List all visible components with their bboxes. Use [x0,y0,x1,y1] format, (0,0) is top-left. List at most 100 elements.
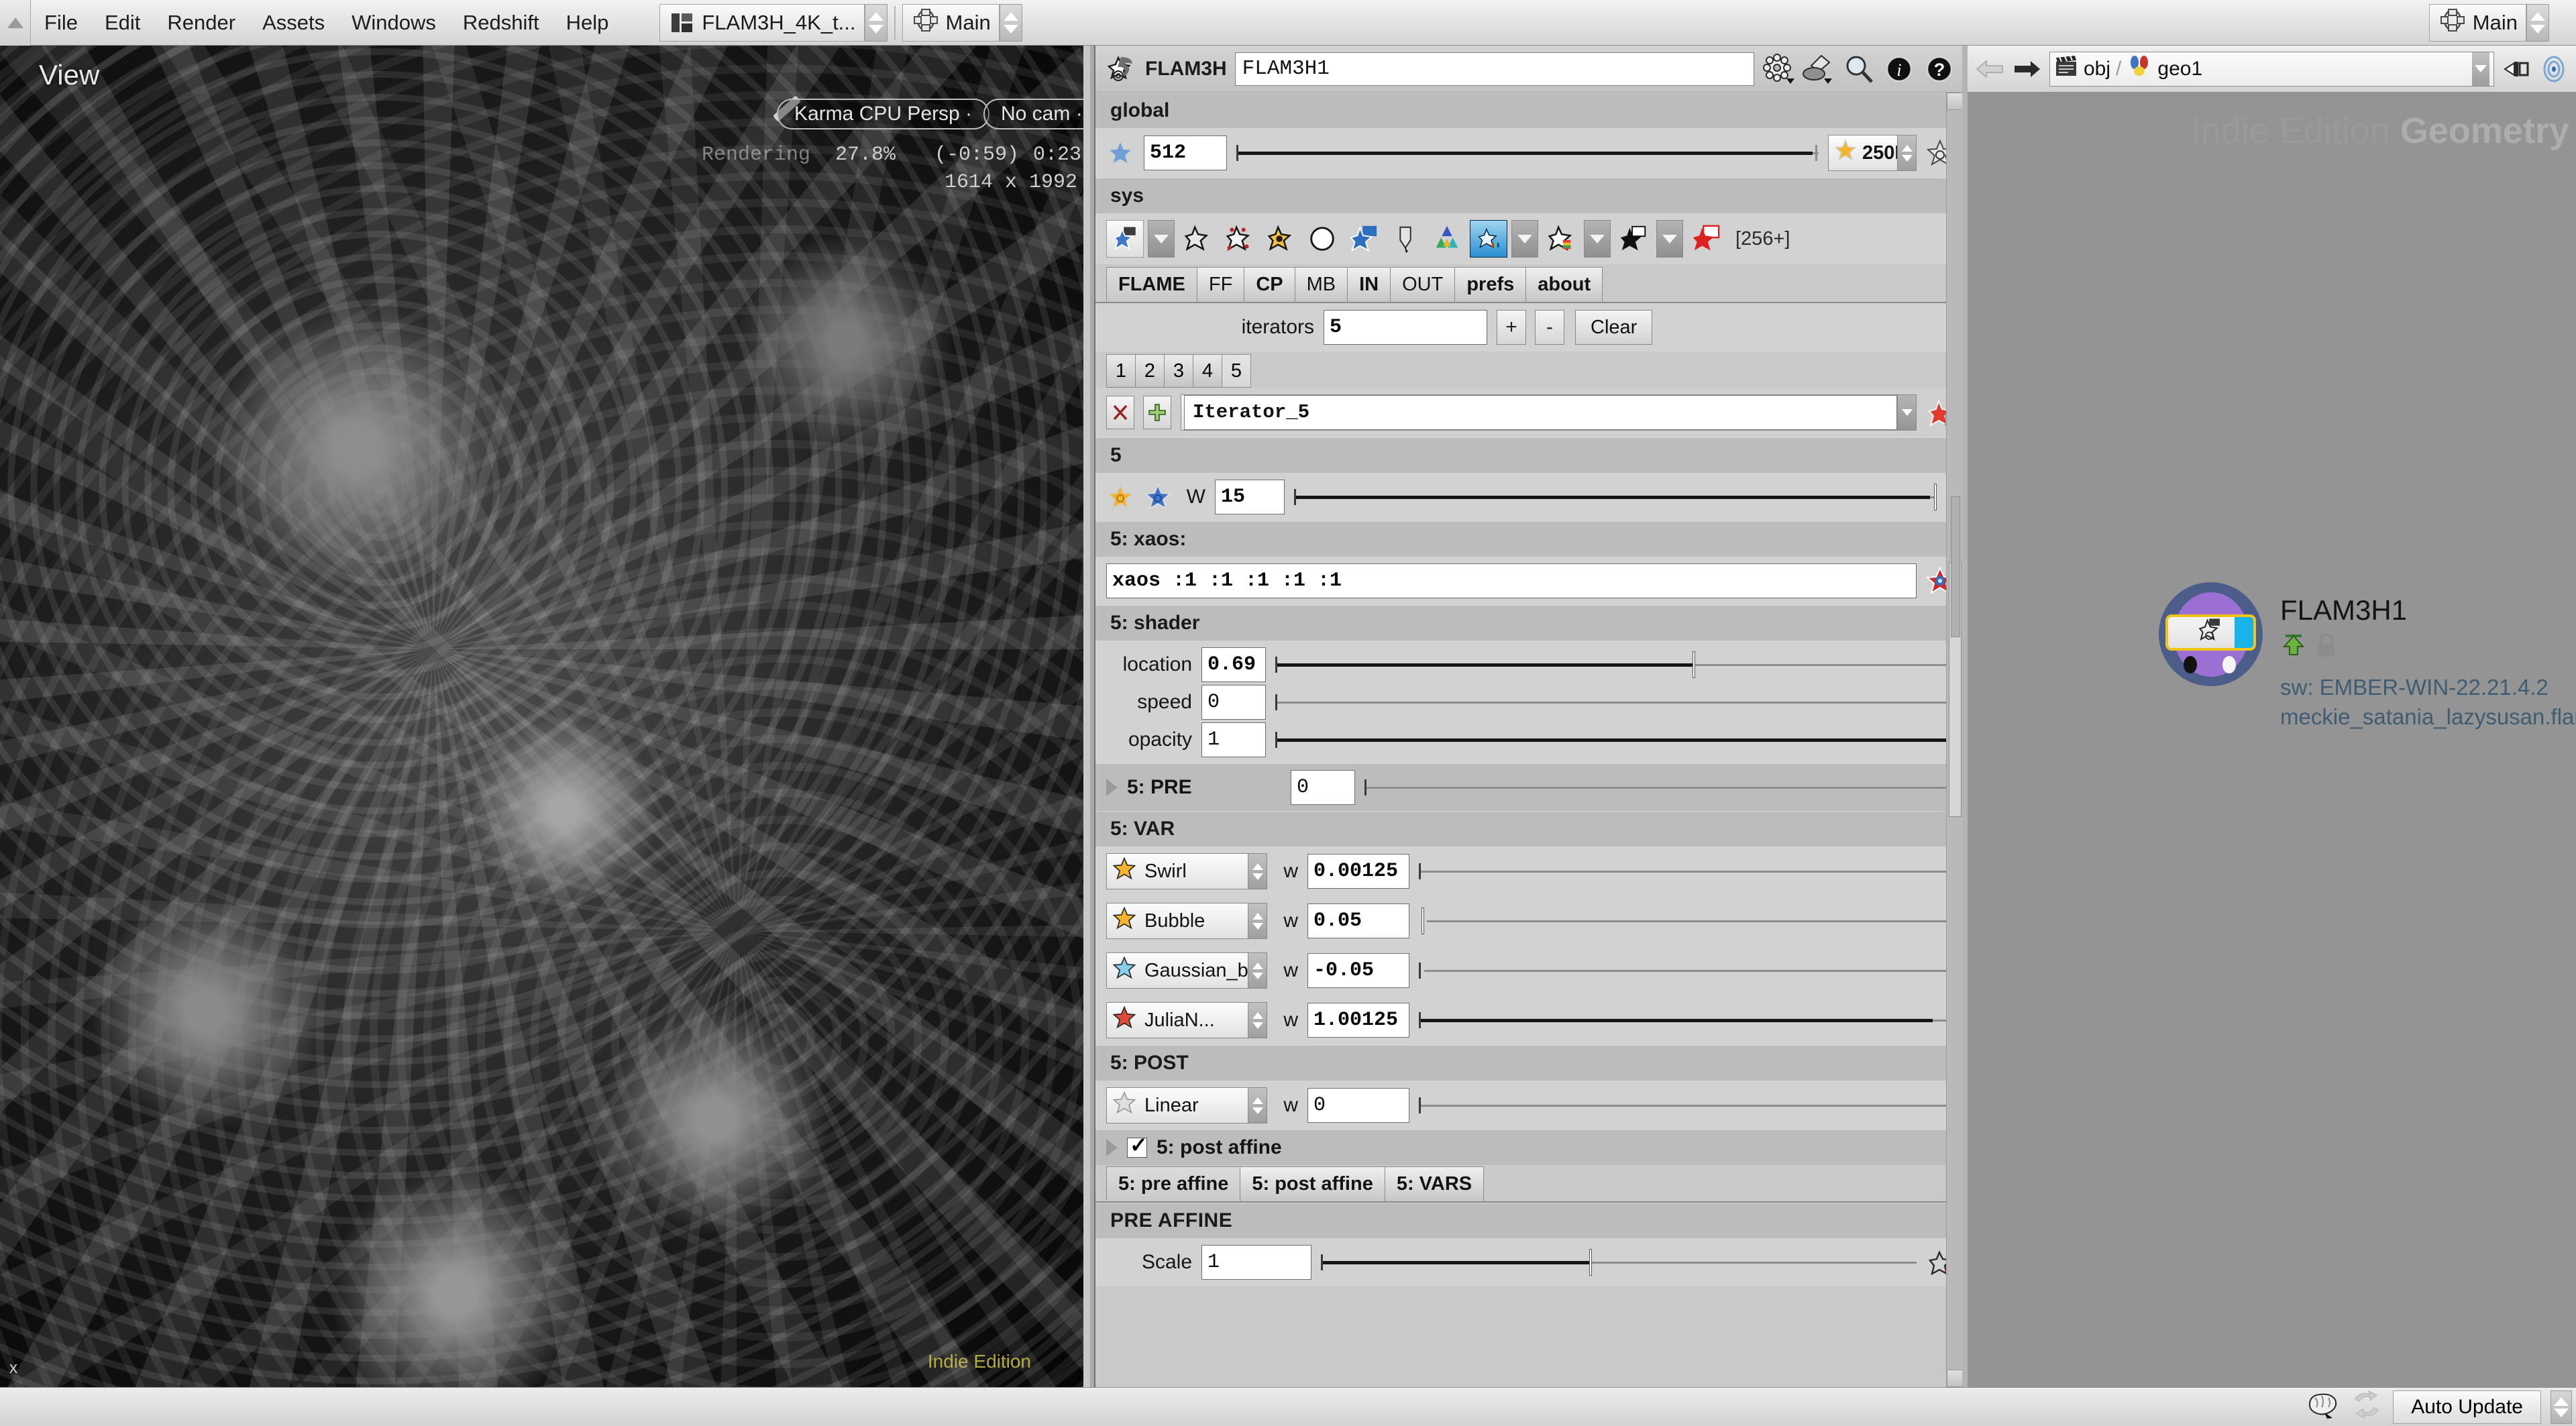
search-icon[interactable] [1843,53,1875,85]
post-type-combo[interactable]: Linear [1106,1087,1267,1123]
scroll-down-arrow[interactable] [1947,1370,1964,1387]
iterator-name-value[interactable]: Iterator_5 [1184,395,1897,430]
pre-section-row[interactable]: 5: PRE 0 [1095,764,1965,811]
var-type-combo-4[interactable]: JuliaN... [1106,1002,1267,1038]
menu-item-render[interactable]: Render [154,0,249,46]
remove-iterator-button[interactable]: - [1535,310,1564,345]
var-arrows-1[interactable] [1248,853,1267,889]
sys-dropdown-2[interactable] [1511,220,1538,258]
layout-tab-spinner[interactable] [1000,4,1022,42]
var-weight-field-2[interactable]: 0.05 [1307,903,1409,938]
star-random-icon[interactable] [1179,220,1216,258]
auto-update-spinner[interactable] [2551,1390,2572,1424]
tab-out[interactable]: OUT [1390,267,1455,302]
pre-value-field[interactable]: 0 [1291,770,1355,805]
flag-icon[interactable] [2501,52,2532,86]
node-output-dot[interactable] [2222,656,2236,673]
refresh-icon[interactable] [2350,1390,2383,1425]
sys-dropdown-4[interactable] [1656,220,1683,258]
iterator-weight-field[interactable]: 15 [1215,480,1285,514]
star-red-icon[interactable] [1687,220,1725,258]
var-weight-slider-3[interactable] [1419,953,1949,988]
var-type-combo-2[interactable]: Bubble [1106,903,1267,939]
menu-grip-handle[interactable] [0,0,31,46]
add-iterator-button[interactable]: + [1497,310,1526,345]
download-icon[interactable] [2280,632,2307,664]
var-arrows-3[interactable] [1248,952,1267,989]
post-affine-toggle-row[interactable]: 5: post affine [1095,1130,1965,1165]
post-weight-field[interactable]: 0 [1307,1088,1409,1123]
info-icon[interactable]: i [1883,53,1915,85]
menu-item-edit[interactable]: Edit [91,0,154,46]
tab-prefs[interactable]: prefs [1454,267,1526,302]
auto-update-button[interactable]: Auto Update [2393,1390,2541,1424]
delete-iterator-icon[interactable] [1106,396,1134,429]
shader-speed-field[interactable]: 0 [1201,685,1266,720]
tab-flame[interactable]: FLAME [1106,267,1197,302]
pre-slider[interactable] [1364,770,1949,805]
var-weight-slider-2[interactable] [1419,903,1949,938]
global-iterations-field[interactable]: 512 [1144,135,1227,170]
flam3h-blue-icon[interactable] [1345,220,1383,258]
clear-iterators-button[interactable]: Clear [1575,310,1652,345]
shader-location-field[interactable]: 0.69 [1201,647,1266,682]
menu-item-help[interactable]: Help [553,0,623,46]
tab-pre-affine[interactable]: 5: pre affine [1106,1166,1240,1201]
star-blue-icon[interactable] [1106,139,1134,167]
menu-item-file[interactable]: File [31,0,91,46]
tab-ff[interactable]: FF [1197,267,1244,302]
iterator-tab-3[interactable]: 3 [1164,354,1193,388]
var-weight-field-1[interactable]: 0.00125 [1307,854,1409,889]
sierpinsky-icon[interactable] [1303,220,1341,258]
menu-item-windows[interactable]: Windows [338,0,449,46]
var-weight-slider-4[interactable] [1419,1003,1949,1038]
pane-divider-right[interactable] [1962,46,1968,1387]
palette-star-icon[interactable] [1470,220,1507,258]
forward-arrow-icon[interactable] [2012,52,2043,86]
tab-mb[interactable]: MB [1295,267,1348,302]
breadcrumb-obj[interactable]: obj [2054,54,2110,84]
layout-tab-button[interactable]: Main [902,4,1000,42]
node-input-dot[interactable] [2184,656,2197,673]
fractal-tree-icon[interactable] [1428,220,1466,258]
iterator-tab-2[interactable]: 2 [1135,354,1165,388]
lock-icon[interactable] [2315,632,2338,664]
target-icon[interactable] [2538,52,2569,86]
iterator-name-combo[interactable]: Iterator_5 [1181,394,1917,431]
network-editor-pane[interactable]: obj / geo1 I [1968,46,2576,1387]
iterator-name-dropdown[interactable] [1897,394,1916,431]
pre-affine-scale-field[interactable]: 1 [1201,1245,1311,1280]
star-random-red-icon[interactable] [1220,220,1258,258]
iterator-tab-5[interactable]: 5 [1222,354,1251,388]
var-type-combo-1[interactable]: Swirl [1106,853,1267,889]
var-weight-field-4[interactable]: 1.00125 [1307,1003,1409,1038]
star-rainbow-icon[interactable] [1542,220,1580,258]
var-weight-slider-1[interactable] [1419,854,1949,889]
shader-location-slider[interactable] [1275,647,1949,682]
xaos-field[interactable]: xaos :1 :1 :1 :1 :1 [1106,563,1917,598]
var-type-combo-3[interactable]: Gaussian_blur... [1106,952,1267,989]
global-iterations-slider[interactable] [1236,135,1819,170]
tag-icon[interactable] [1387,220,1424,258]
tab-in[interactable]: IN [1347,267,1391,302]
flam3h-node[interactable]: FLAM3H1 sw: EMBER-WIN-22.21.4.2 meckie_s… [2159,582,2576,730]
var-weight-field-3[interactable]: -0.05 [1307,953,1409,988]
pane-scrollbar[interactable] [1946,93,1964,1387]
desktop-tab-spinner[interactable] [865,4,888,42]
iterators-count-field[interactable]: 5 [1324,310,1487,345]
global-quality-arrows[interactable] [1897,135,1916,171]
iterator-tab-4[interactable]: 4 [1193,354,1222,388]
secondary-scrollbar[interactable] [1951,496,1960,637]
breadcrumb-geo1[interactable]: geo1 [2127,54,2202,85]
menu-item-assets[interactable]: Assets [249,0,338,46]
shader-speed-slider[interactable] [1275,685,1949,720]
breadcrumb-dropdown[interactable] [2472,52,2489,86]
tab-cp[interactable]: CP [1244,267,1295,302]
star-blue-spiral-icon[interactable] [1144,483,1172,511]
post-affine-checkbox[interactable] [1127,1138,1147,1158]
flam3h-node-name-field[interactable]: FLAM3H1 [1235,52,1754,86]
scroll-up-arrow[interactable] [1947,93,1964,110]
scene-viewport[interactable]: View Karma CPU Persp · No cam · Renderin… [0,46,1083,1387]
shader-opacity-slider[interactable] [1275,722,1949,757]
tab-post-affine[interactable]: 5: post affine [1240,1166,1385,1201]
